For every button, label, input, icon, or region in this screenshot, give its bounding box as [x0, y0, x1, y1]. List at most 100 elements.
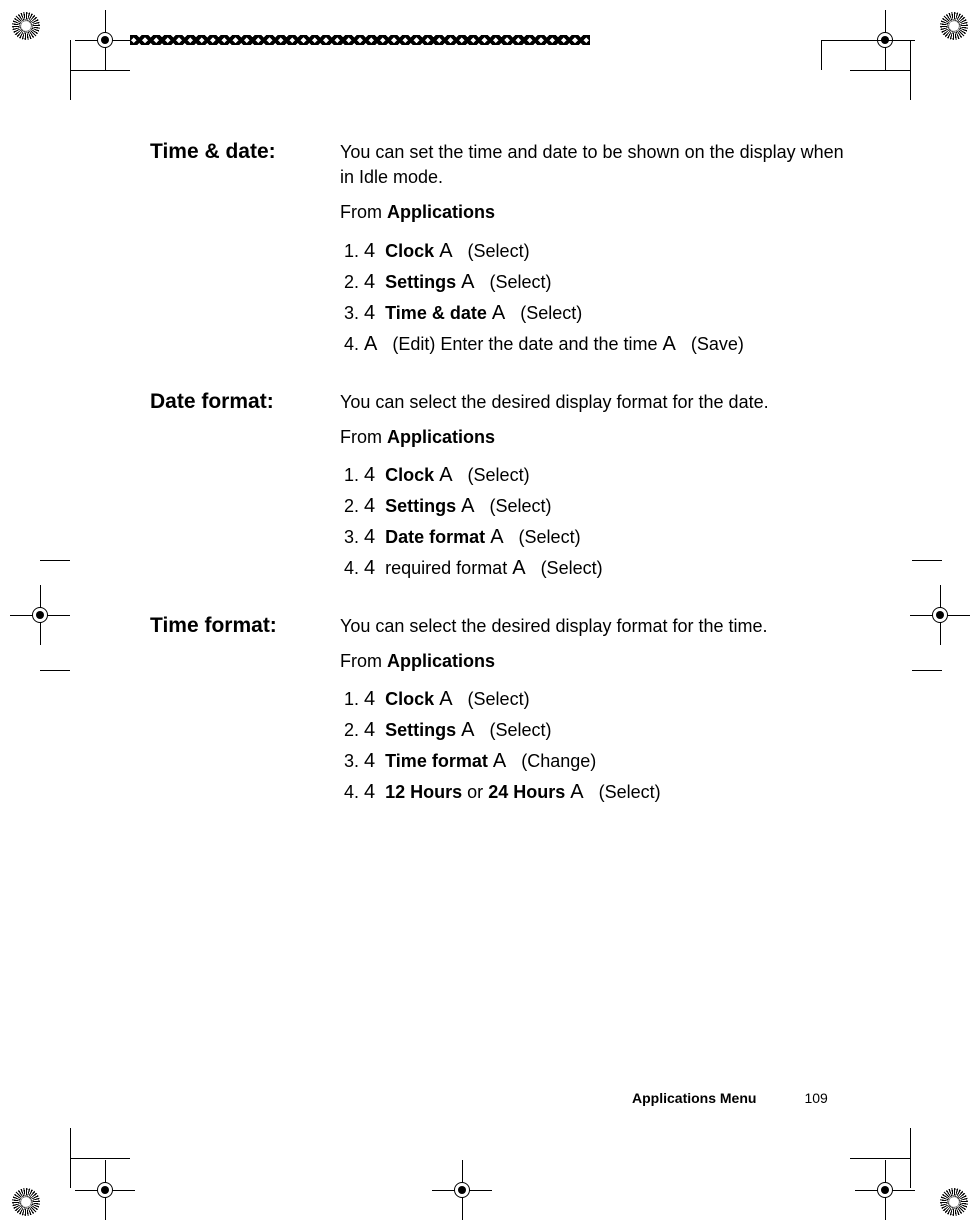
from-prefix: From — [340, 427, 387, 447]
crop-line — [70, 70, 130, 71]
crop-line — [821, 40, 822, 70]
nav-symbol: 4 — [364, 719, 375, 741]
softkey-symbol: A — [492, 302, 505, 324]
from-prefix: From — [340, 202, 387, 222]
crop-line — [910, 40, 911, 100]
section-heading-col: Time & date: — [150, 140, 340, 360]
section-time-format: Time format: You can select the desired … — [150, 614, 850, 808]
step-item: 4 Time & date A (Select) — [364, 298, 850, 329]
softkey-symbol: A — [490, 526, 503, 548]
section-intro: You can select the desired display forma… — [340, 390, 850, 415]
from-menu: Applications — [387, 651, 495, 671]
nav-symbol: 4 — [364, 688, 375, 710]
crop-line — [70, 1158, 130, 1159]
action-label: (Select) — [485, 272, 552, 292]
action-label: (Select) — [463, 689, 530, 709]
menu-item: Settings — [385, 496, 456, 516]
step-item: 4 required format A (Select) — [364, 553, 850, 584]
section-body: You can select the desired display forma… — [340, 390, 850, 584]
crop-mark-icon — [432, 1160, 492, 1220]
softkey-symbol: A — [461, 495, 474, 517]
header-pattern — [130, 35, 590, 45]
section-intro: You can set the time and date to be show… — [340, 140, 850, 190]
action-label: (Select) — [594, 782, 661, 802]
menu-item: Date format — [385, 527, 485, 547]
action-label: (Select) — [485, 496, 552, 516]
step-item: 4 Date format A (Select) — [364, 522, 850, 553]
action-label: (Select) — [514, 527, 581, 547]
nav-symbol: 4 — [364, 526, 375, 548]
section-heading: Date format: — [150, 390, 330, 414]
page-number: 109 — [804, 1090, 827, 1106]
menu-item: Clock — [385, 465, 434, 485]
menu-item: Settings — [385, 272, 456, 292]
crop-mark-icon — [75, 10, 135, 70]
step-item: 4 Settings A (Select) — [364, 267, 850, 298]
softkey-symbol: A — [439, 464, 452, 486]
section-body: You can set the time and date to be show… — [340, 140, 850, 360]
softkey-symbol: A — [364, 333, 377, 355]
softkey-symbol: A — [461, 271, 474, 293]
nav-symbol: 4 — [364, 302, 375, 324]
section-time-date: Time & date: You can set the time and da… — [150, 140, 850, 360]
print-mark-icon — [940, 1188, 968, 1216]
action-label: (Save) — [686, 334, 744, 354]
nav-symbol: 4 — [364, 495, 375, 517]
crop-line — [910, 1128, 911, 1188]
print-mark-icon — [12, 1188, 40, 1216]
section-heading-col: Date format: — [150, 390, 340, 584]
action-label: (Select) — [485, 720, 552, 740]
print-mark-icon — [940, 12, 968, 40]
nav-symbol: 4 — [364, 240, 375, 262]
action-label: (Change) — [516, 751, 596, 771]
menu-item: 12 Hours — [385, 782, 462, 802]
steps-list: 4 Clock A (Select) 4 Settings A (Select)… — [340, 460, 850, 584]
crop-line — [821, 40, 911, 41]
softkey-symbol: A — [663, 333, 676, 355]
section-body: You can select the desired display forma… — [340, 614, 850, 808]
section-heading: Time & date: — [150, 140, 330, 164]
page-content: Time & date: You can set the time and da… — [150, 140, 850, 838]
crop-line — [912, 560, 942, 561]
step-text: or — [462, 782, 488, 802]
nav-symbol: 4 — [364, 781, 375, 803]
crop-mark-icon — [10, 585, 70, 645]
from-line: From Applications — [340, 649, 850, 674]
crop-line — [850, 70, 910, 71]
step-item: 4 12 Hours or 24 Hours A (Select) — [364, 777, 850, 808]
action-label: (Select) — [536, 558, 603, 578]
action-label: (Select) — [463, 465, 530, 485]
nav-symbol: 4 — [364, 557, 375, 579]
menu-item: Settings — [385, 720, 456, 740]
print-mark-icon — [12, 12, 40, 40]
from-prefix: From — [340, 651, 387, 671]
from-line: From Applications — [340, 425, 850, 450]
footer-title: Applications Menu — [632, 1090, 756, 1106]
steps-list: 4 Clock A (Select) 4 Settings A (Select)… — [340, 236, 850, 360]
softkey-symbol: A — [512, 557, 525, 579]
crop-mark-icon — [855, 1160, 915, 1220]
crop-line — [40, 560, 70, 561]
crop-mark-icon — [910, 585, 970, 645]
from-menu: Applications — [387, 427, 495, 447]
step-item: 4 Settings A (Select) — [364, 491, 850, 522]
menu-item: Time & date — [385, 303, 487, 323]
step-item: 4 Clock A (Select) — [364, 460, 850, 491]
step-text: required format — [385, 558, 512, 578]
step-item: 4 Clock A (Select) — [364, 684, 850, 715]
step-item: 4 Clock A (Select) — [364, 236, 850, 267]
step-item: 4 Time format A (Change) — [364, 746, 850, 777]
nav-symbol: 4 — [364, 464, 375, 486]
step-item: A (Edit) Enter the date and the time A (… — [364, 329, 850, 360]
softkey-symbol: A — [461, 719, 474, 741]
steps-list: 4 Clock A (Select) 4 Settings A (Select)… — [340, 684, 850, 808]
section-date-format: Date format: You can select the desired … — [150, 390, 850, 584]
section-heading-col: Time format: — [150, 614, 340, 808]
section-heading: Time format: — [150, 614, 330, 638]
softkey-symbol: A — [439, 240, 452, 262]
step-item: 4 Settings A (Select) — [364, 715, 850, 746]
page-footer: Applications Menu 109 — [0, 1090, 980, 1106]
menu-item: 24 Hours — [488, 782, 565, 802]
crop-line — [850, 1158, 910, 1159]
action-label: (Select) — [463, 241, 530, 261]
